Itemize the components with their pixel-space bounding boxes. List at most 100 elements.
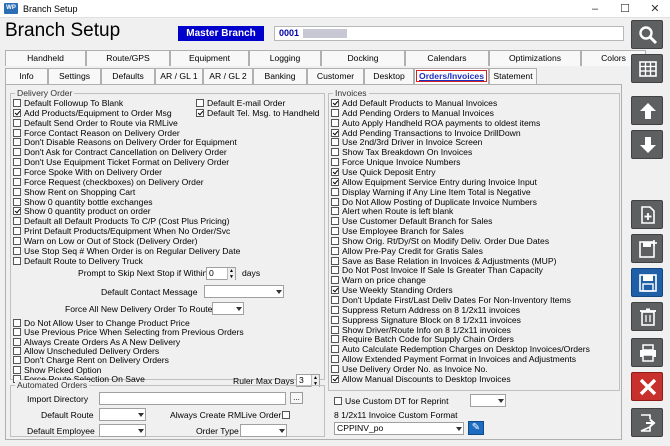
checkbox-suppress-signature-block-on-8-1-2x11-inv[interactable]: Suppress Signature Block on 8 1/2x11 inv… <box>331 315 521 325</box>
checkbox-use-customer-default-branch-for-sales[interactable]: Use Customer Default Branch for Sales <box>331 216 492 226</box>
default-route-dropdown[interactable] <box>99 408 146 421</box>
format-dropdown[interactable]: CPPINV_po <box>334 422 464 435</box>
checkbox-use-weekly-standing-orders[interactable]: Use Weekly Standing Orders <box>331 285 453 295</box>
tab-customer[interactable]: Customer <box>307 68 364 84</box>
checkbox-add-pending-orders-to-manual-invoices[interactable]: Add Pending Orders to Manual Invoices <box>331 108 494 118</box>
checkbox-force-unique-invoice-numbers[interactable]: Force Unique Invoice Numbers <box>331 157 460 167</box>
checkbox-show-orig-rt-dy-st-on-modify-deliv-order[interactable]: Show Orig. Rt/Dy/St on Modify Deliv. Ord… <box>331 236 549 246</box>
spin-down-icon[interactable]: ▼ <box>227 274 235 280</box>
search-button[interactable] <box>631 20 663 49</box>
save-button[interactable] <box>631 268 663 297</box>
checkbox-box <box>13 187 21 196</box>
checkbox-don-t-use-equipment-ticket-format-on-del[interactable]: Don't Use Equipment Ticket Format on Del… <box>13 157 229 167</box>
checkbox-default-followup-to-blank[interactable]: Default Followup To Blank <box>13 98 123 108</box>
checkbox-add-default-products-to-manual-invoices[interactable]: Add Default Products to Manual Invoices <box>331 98 497 108</box>
edit-format-button[interactable]: ✎ <box>468 421 484 435</box>
tab-settings[interactable]: Settings <box>48 68 101 84</box>
tab-ar-gl-2[interactable]: AR / GL 2 <box>203 68 253 84</box>
checkbox-don-t-ask-for-contract-cancellation-on-d[interactable]: Don't Ask for Contract Cancellation on D… <box>13 147 227 157</box>
checkbox-force-spoke-with-on-delivery-order[interactable]: Force Spoke With on Delivery Order <box>13 167 162 177</box>
tab-desktop[interactable]: Desktop <box>364 68 414 84</box>
checkbox-add-pending-transactions-to-invoice-dril[interactable]: Add Pending Transactions to Invoice Dril… <box>331 128 521 138</box>
checkbox-require-batch-code-for-supply-chain-orde[interactable]: Require Batch Code for Supply Chain Orde… <box>331 334 514 344</box>
checkbox-warn-on-low-or-out-of-stock-delivery-ord[interactable]: Warn on Low or Out of Stock (Delivery Or… <box>13 236 198 246</box>
print-button[interactable] <box>631 338 663 367</box>
checkbox-default-route-to-delivery-truck[interactable]: Default Route to Delivery Truck <box>13 256 143 266</box>
checkbox-default-send-order-to-route-via-rmlive[interactable]: Default Send Order to Route via RMLive <box>13 118 178 128</box>
checkbox-auto-apply-handheld-roa-payments-to-olde[interactable]: Auto Apply Handheld ROA payments to olde… <box>331 118 540 128</box>
checkbox-use-2nd-3rd-driver-in-invoice-screen[interactable]: Use 2nd/3rd Driver in Invoice Screen <box>331 137 482 147</box>
default-contact-dropdown[interactable] <box>204 285 284 298</box>
custom-dt-dropdown[interactable] <box>470 394 506 407</box>
tab-defaults[interactable]: Defaults <box>101 68 155 84</box>
tab-logging[interactable]: Logging <box>249 50 321 66</box>
tab-equipment[interactable]: Equipment <box>170 50 249 66</box>
tab-banking[interactable]: Banking <box>253 68 307 84</box>
checkbox-show-rent-on-shopping-cart[interactable]: Show Rent on Shopping Cart <box>13 187 135 197</box>
default-employee-dropdown[interactable] <box>99 424 146 437</box>
prompt-skip-spinner[interactable]: 0 ▲ ▼ <box>206 267 236 280</box>
minimize-button[interactable]: – <box>580 0 610 18</box>
import-directory-input[interactable] <box>99 392 286 405</box>
checkbox-show-tax-breakdown-on-invoices[interactable]: Show Tax Breakdown On Invoices <box>331 147 472 157</box>
move-up-button[interactable] <box>631 96 663 125</box>
checkbox-don-t-disable-reasons-on-delivery-order-[interactable]: Don't Disable Reasons on Delivery Order … <box>13 137 237 147</box>
checkbox-save-as-base-relation-in-invoices-adjust[interactable]: Save as Base Relation in Invoices & Adju… <box>331 256 556 266</box>
maximize-button[interactable]: ☐ <box>610 0 640 18</box>
checkbox-use-stop-seq-when-order-is-on-regular-de[interactable]: Use Stop Seq # When Order is on Regular … <box>13 246 240 256</box>
checkbox-show-0-quantity-bottle-exchanges[interactable]: Show 0 quantity bottle exchanges <box>13 197 153 207</box>
checkbox-use-quick-deposit-entry[interactable]: Use Quick Deposit Entry <box>331 167 436 177</box>
checkbox-default-all-default-products-to-c-p-cost[interactable]: Default all Default Products To C/P (Cos… <box>13 216 230 226</box>
delete-button[interactable] <box>631 302 663 331</box>
checkbox-print-default-products-equipment-when-no[interactable]: Print Default Products/Equipment When No… <box>13 226 230 236</box>
force-all-route-dropdown[interactable] <box>212 302 244 315</box>
custom-dt-checkbox[interactable]: Use Custom DT for Reprint <box>334 396 448 406</box>
checkbox-don-t-update-first-last-deliv-dates-for-[interactable]: Don't Update First/Last Deliv Dates For … <box>331 295 571 305</box>
save-new-button[interactable] <box>631 234 663 263</box>
cancel-button[interactable] <box>631 372 663 401</box>
delete-icon <box>640 308 656 326</box>
checkbox-show-0-quantity-product-on-order[interactable]: Show 0 quantity product on order <box>13 206 151 216</box>
tab-route-gps[interactable]: Route/GPS <box>86 50 170 66</box>
grid-button[interactable] <box>631 54 663 83</box>
checkbox-do-not-post-invoice-if-sale-is-greater-t[interactable]: Do Not Post Invoice If Sale Is Greater T… <box>331 265 543 275</box>
order-type-dropdown[interactable] <box>240 424 287 437</box>
tab-handheld[interactable]: Handheld <box>5 50 86 66</box>
move-down-button[interactable] <box>631 130 663 159</box>
tab-optimizations[interactable]: Optimizations <box>489 50 581 66</box>
checkbox-label: Allow Equipment Service Entry during Inv… <box>342 176 537 187</box>
checkbox-show-driver-route-info-on-8-1-2x11-invoi[interactable]: Show Driver/Route Info on 8 1/2x11 invoi… <box>331 325 511 335</box>
close-window-button[interactable]: ✕ <box>640 0 670 18</box>
checkbox-allow-equipment-service-entry-during-inv[interactable]: Allow Equipment Service Entry during Inv… <box>331 177 537 187</box>
always-create-checkbox[interactable] <box>282 410 293 420</box>
checkbox-auto-calculate-redemption-charges-on-des[interactable]: Auto Calculate Redemption Charges on Des… <box>331 344 590 354</box>
tab-orders-invoices[interactable]: Orders/Invoices <box>414 68 489 84</box>
checkbox-allow-extended-payment-format-in-invoice[interactable]: Allow Extended Payment Format in Invoice… <box>331 354 576 364</box>
tab-calendars[interactable]: Calendars <box>405 50 489 66</box>
checkbox-alert-when-route-is-left-blank[interactable]: Alert when Route is left blank <box>331 206 453 216</box>
app-icon: WP <box>4 3 18 14</box>
checkbox-warn-on-price-change[interactable]: Warn on price change <box>331 275 426 285</box>
checkbox-use-delivery-order-no-as-invoice-no[interactable]: Use Delivery Order No. as Invoice No. <box>331 364 488 374</box>
checkbox-label: Use Quick Deposit Entry <box>342 166 436 177</box>
tab-statement[interactable]: Statement <box>489 68 537 84</box>
tab-ar-gl-1[interactable]: AR / GL 1 <box>155 68 203 84</box>
checkbox-force-request-checkboxes-on-delivery-ord[interactable]: Force Request (checkboxes) on Delivery O… <box>13 177 204 187</box>
checkbox-do-not-allow-posting-of-duplicate-invoic[interactable]: Do Not Allow Posting of Duplicate Invoic… <box>331 197 537 207</box>
tab-docking[interactable]: Docking <box>321 50 405 66</box>
new-record-button[interactable] <box>631 200 663 229</box>
checkbox-use-employee-branch-for-sales[interactable]: Use Employee Branch for Sales <box>331 226 464 236</box>
checkbox-suppress-return-address-on-8-1-2x11-invo[interactable]: Suppress Return Address on 8 1/2x11 invo… <box>331 305 520 315</box>
branch-field[interactable]: 0001 <box>274 26 624 41</box>
prompt-skip-value: 0 <box>209 268 214 278</box>
checkbox-force-contact-reason-on-delivery-order[interactable]: Force Contact Reason on Delivery Order <box>13 128 180 138</box>
exit-button[interactable] <box>631 408 663 437</box>
checkbox-display-warning-if-any-line-item-total-i[interactable]: Display Warning if Any Line Item Total i… <box>331 187 531 197</box>
checkbox-add-products-equipment-to-order-msg[interactable]: Add Products/Equipment to Order Msg <box>13 108 172 118</box>
tab-info[interactable]: Info <box>5 68 48 84</box>
browse-button[interactable]: ... <box>290 392 303 404</box>
checkbox-default-e-mail-order[interactable]: Default E-mail Order <box>196 98 285 108</box>
checkbox-allow-manual-discounts-to-desktop-invoic[interactable]: Allow Manual Discounts to Desktop Invoic… <box>331 374 511 384</box>
checkbox-default-tel-msg-to-handheld[interactable]: Default Tel. Msg. to Handheld <box>196 108 320 118</box>
checkbox-allow-pre-pay-credit-for-gratis-sales[interactable]: Allow Pre-Pay Credit for Gratis Sales <box>331 246 483 256</box>
